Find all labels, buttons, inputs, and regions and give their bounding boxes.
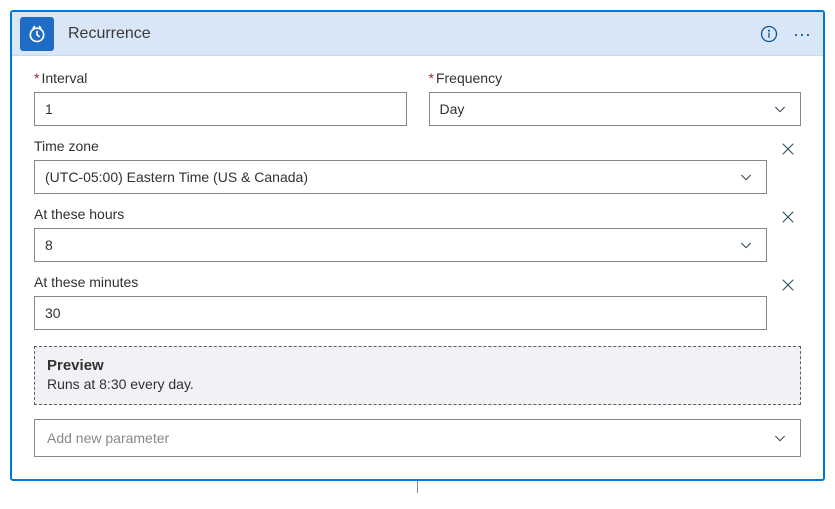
minutes-input[interactable]: 30 — [34, 296, 767, 330]
timezone-label: Time zone — [34, 138, 767, 154]
chevron-down-icon — [736, 167, 756, 187]
chevron-down-icon — [770, 428, 790, 448]
chevron-down-icon — [736, 235, 756, 255]
preview-title: Preview — [47, 357, 788, 374]
preview-text: Runs at 8:30 every day. — [47, 376, 788, 392]
frequency-select[interactable]: Day — [429, 92, 802, 126]
chevron-down-icon — [770, 99, 790, 119]
connector-stub — [417, 481, 418, 493]
hours-label: At these hours — [34, 206, 767, 222]
interval-label: *Interval — [34, 70, 407, 86]
frequency-label: *Frequency — [429, 70, 802, 86]
interval-input[interactable]: 1 — [34, 92, 407, 126]
card-title: Recurrence — [68, 25, 759, 43]
hours-select[interactable]: 8 — [34, 228, 767, 262]
info-icon[interactable] — [759, 24, 779, 44]
remove-hours-button[interactable] — [775, 204, 801, 230]
recurrence-card: Recurrence ··· *Interval 1 *Frequency — [10, 10, 825, 481]
card-header[interactable]: Recurrence ··· — [12, 12, 823, 56]
remove-timezone-button[interactable] — [775, 136, 801, 162]
remove-minutes-button[interactable] — [775, 272, 801, 298]
add-parameter-dropdown[interactable]: Add new parameter — [34, 419, 801, 457]
preview-box: Preview Runs at 8:30 every day. — [34, 346, 801, 405]
add-parameter-placeholder: Add new parameter — [47, 430, 169, 446]
more-menu-icon[interactable]: ··· — [793, 25, 811, 43]
timezone-select[interactable]: (UTC-05:00) Eastern Time (US & Canada) — [34, 160, 767, 194]
recurrence-icon — [20, 17, 54, 51]
card-body: *Interval 1 *Frequency Day Time zone — [12, 56, 823, 479]
minutes-label: At these minutes — [34, 274, 767, 290]
